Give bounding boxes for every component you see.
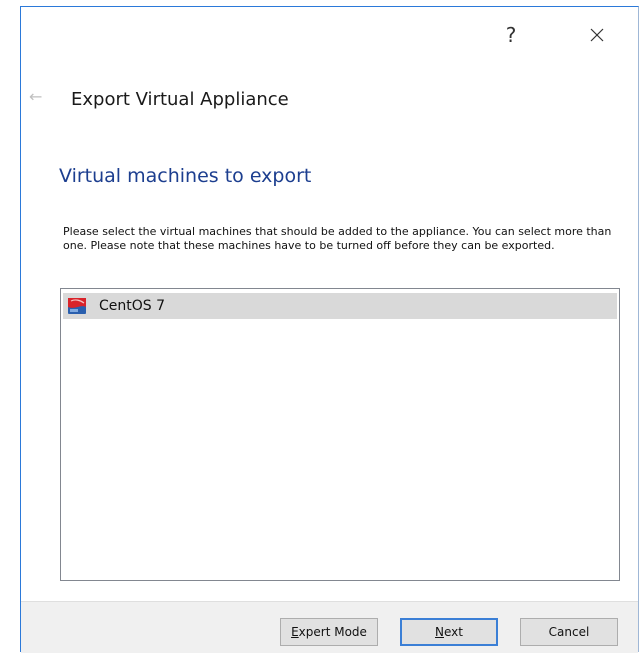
vm-list[interactable]: CentOS 7 xyxy=(60,288,620,581)
expert-mode-mnemonic: E xyxy=(291,625,299,639)
centos-vm-icon xyxy=(68,298,86,314)
help-icon: ? xyxy=(505,23,517,47)
dialog-footer: Expert Mode Next Cancel xyxy=(21,601,638,653)
export-appliance-dialog: ? ← Export Virtual Appliance Virtual mac… xyxy=(20,6,639,653)
back-arrow-icon: ← xyxy=(29,87,43,106)
expert-mode-label: xpert Mode xyxy=(298,625,367,639)
page-heading: Virtual machines to export xyxy=(59,165,312,187)
next-mnemonic: N xyxy=(435,625,444,639)
expert-mode-button[interactable]: Expert Mode xyxy=(280,618,378,646)
next-label: ext xyxy=(444,625,463,639)
close-button[interactable] xyxy=(575,19,619,51)
cancel-button[interactable]: Cancel xyxy=(520,618,618,646)
back-button[interactable]: ← xyxy=(29,89,45,105)
vm-name: CentOS 7 xyxy=(99,298,166,314)
next-button[interactable]: Next xyxy=(400,618,498,646)
help-button[interactable]: ? xyxy=(487,19,535,51)
vm-list-item[interactable]: CentOS 7 xyxy=(63,293,617,319)
page-description: Please select the virtual machines that … xyxy=(63,225,612,252)
close-icon xyxy=(590,28,604,42)
wizard-title: Export Virtual Appliance xyxy=(71,89,289,110)
